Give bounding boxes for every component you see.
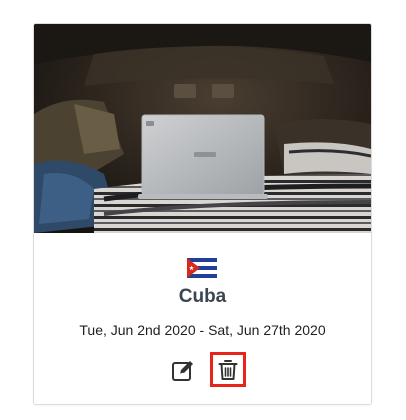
delete-button[interactable] — [210, 352, 246, 387]
cuba-flag-icon — [187, 258, 217, 278]
trash-icon — [218, 360, 238, 380]
trip-dates: Tue, Jun 2nd 2020 - Sat, Jun 27th 2020 — [79, 322, 326, 338]
trip-card: Cuba Tue, Jun 2nd 2020 - Sat, Jun 27th 2… — [33, 23, 372, 405]
trip-photo — [34, 24, 371, 233]
edit-button[interactable] — [171, 359, 195, 383]
country-name: Cuba — [178, 286, 227, 307]
edit-icon — [172, 361, 193, 381]
